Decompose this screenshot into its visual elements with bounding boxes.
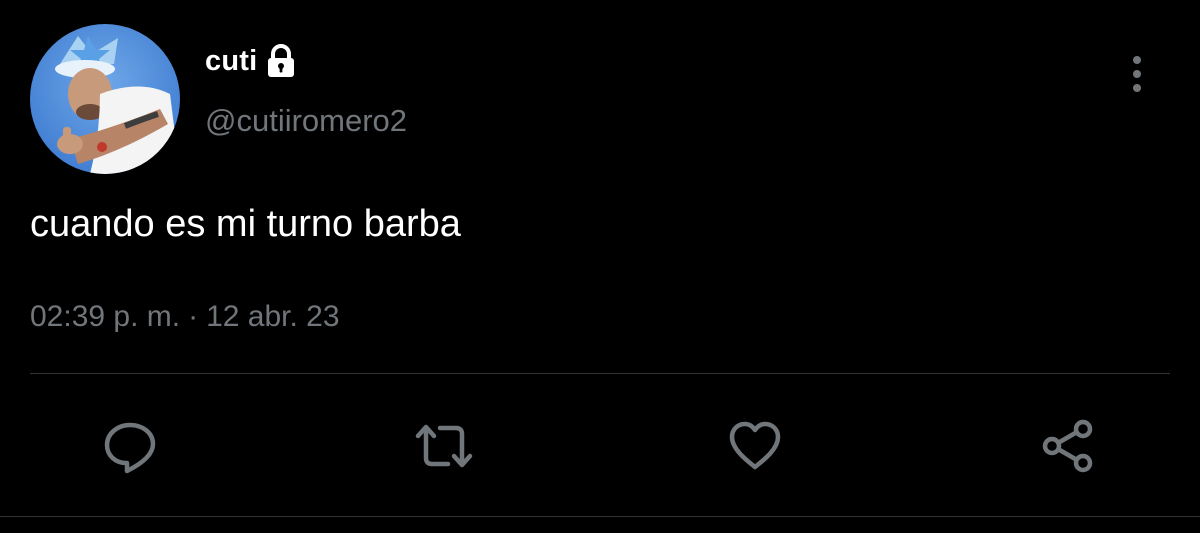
lock-icon [265,43,297,79]
more-options-icon[interactable] [1124,54,1150,94]
meta-separator: · [188,300,199,333]
author-handle[interactable]: @cutiiromero2 [205,103,407,139]
like-icon [729,421,781,470]
display-name[interactable]: cuti [205,45,257,78]
tweet-timestamp[interactable]: 02:39 p. m. · 12 abr. 23 [30,300,340,334]
tweet-date: 12 abr. 23 [206,300,340,333]
action-bar [0,412,1200,482]
retweet-icon [415,424,473,468]
author-name-row: cuti [205,40,297,82]
like-button[interactable] [727,418,783,474]
tweet-time: 02:39 p. m. [30,300,181,333]
tweet-text: cuando es mi turno barba [30,203,461,245]
reply-icon [104,422,156,474]
reply-button[interactable] [102,418,158,474]
divider [30,373,1170,374]
share-button[interactable] [1040,418,1096,474]
share-icon [1042,419,1093,473]
retweet-button[interactable] [414,418,473,474]
bottom-divider [0,516,1200,517]
avatar[interactable] [30,24,180,174]
